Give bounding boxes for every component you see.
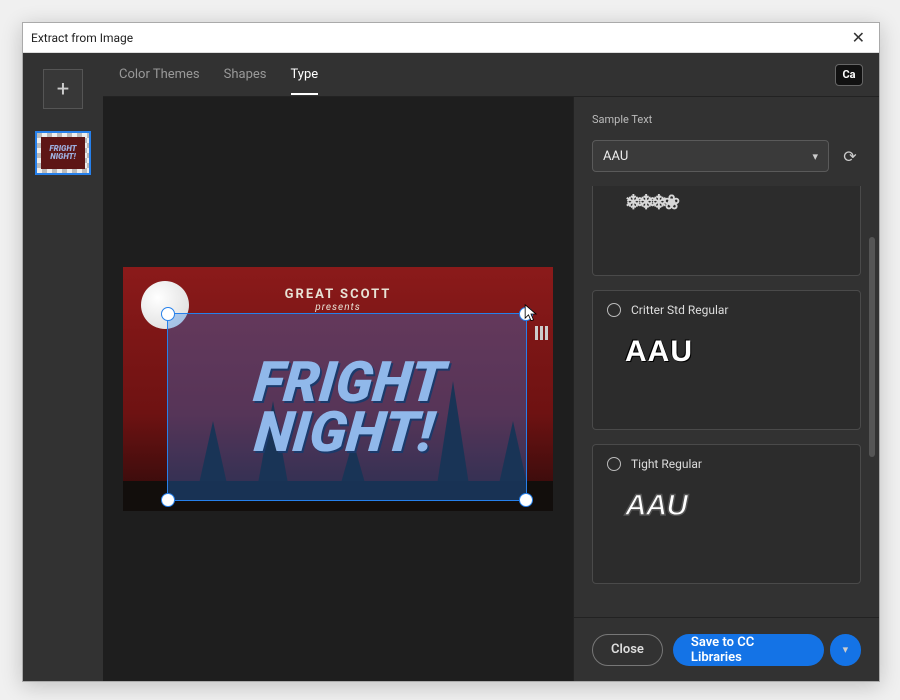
font-preview: ❄❄❄❀ bbox=[607, 190, 846, 215]
tab-shapes[interactable]: Shapes bbox=[224, 55, 267, 94]
font-radio-row: Critter Std Regular bbox=[607, 303, 846, 317]
sample-text-select[interactable]: AAU ▾ bbox=[592, 140, 829, 172]
font-preview: AAU bbox=[607, 335, 846, 369]
dialog-body: + FRIGHT NIGHT! Color Themes Shapes Type… bbox=[23, 53, 879, 681]
refresh-icon[interactable]: ⟳ bbox=[839, 145, 861, 167]
sample-text-value: AAU bbox=[603, 149, 628, 164]
resize-handle-tr[interactable] bbox=[519, 307, 533, 321]
titlebar: Extract from Image ✕ bbox=[23, 23, 879, 53]
font-result-card[interactable]: Critter Std Regular AAU bbox=[592, 290, 861, 430]
canvas-area[interactable]: GREAT SCOTT presents FRIGHT NIGHT! bbox=[103, 97, 573, 681]
image-thumbnail[interactable]: FRIGHT NIGHT! bbox=[35, 131, 91, 175]
sample-text-label: Sample Text bbox=[592, 113, 861, 126]
scrollbar[interactable] bbox=[869, 237, 875, 457]
panel-toggle-icon[interactable] bbox=[535, 326, 548, 340]
results-scroll: Sample Text AAU ▾ ⟳ ❄❄❄❀ bbox=[574, 97, 879, 617]
resize-handle-tl[interactable] bbox=[161, 307, 175, 321]
tab-bar: Color Themes Shapes Type Ca bbox=[103, 53, 879, 97]
font-result-card[interactable]: Tight Regular AAU bbox=[592, 444, 861, 584]
close-button[interactable]: Close bbox=[592, 634, 663, 666]
add-image-button[interactable]: + bbox=[43, 69, 83, 109]
save-to-libraries-button[interactable]: Save to CC Libraries bbox=[673, 634, 824, 666]
font-radio[interactable] bbox=[607, 303, 621, 317]
dialog-footer: Close Save to CC Libraries ▾ bbox=[574, 617, 879, 681]
selection-box[interactable]: FRIGHT NIGHT! bbox=[167, 313, 527, 501]
results-panel: Sample Text AAU ▾ ⟳ ❄❄❄❀ bbox=[573, 97, 879, 681]
close-icon[interactable]: ✕ bbox=[846, 26, 871, 49]
main-area: Color Themes Shapes Type Ca bbox=[103, 53, 879, 681]
capture-badge[interactable]: Ca bbox=[835, 64, 863, 86]
font-radio-row: Tight Regular bbox=[607, 457, 846, 471]
poster-header: GREAT SCOTT presents bbox=[123, 287, 553, 313]
font-radio[interactable] bbox=[607, 457, 621, 471]
font-preview: AAU bbox=[607, 489, 846, 523]
font-result-card[interactable]: ❄❄❄❀ bbox=[592, 186, 861, 276]
save-dropdown-button[interactable]: ▾ bbox=[830, 634, 861, 666]
sample-row: AAU ▾ ⟳ bbox=[592, 140, 861, 172]
poster-title: FRIGHT NIGHT! bbox=[158, 314, 536, 500]
resize-handle-br[interactable] bbox=[519, 493, 533, 507]
thumbnail-preview: FRIGHT NIGHT! bbox=[41, 137, 85, 169]
content-row: GREAT SCOTT presents FRIGHT NIGHT! bbox=[103, 97, 879, 681]
tab-color-themes[interactable]: Color Themes bbox=[119, 55, 200, 94]
dialog-window: Extract from Image ✕ + FRIGHT NIGHT! Col… bbox=[22, 22, 880, 682]
thumbnail-column: + FRIGHT NIGHT! bbox=[23, 53, 103, 681]
chevron-down-icon: ▾ bbox=[812, 150, 818, 163]
source-image: GREAT SCOTT presents FRIGHT NIGHT! bbox=[123, 267, 553, 511]
font-name-label: Critter Std Regular bbox=[631, 303, 728, 317]
window-title: Extract from Image bbox=[31, 31, 133, 45]
resize-handle-bl[interactable] bbox=[161, 493, 175, 507]
chevron-down-icon: ▾ bbox=[843, 643, 849, 656]
tab-type[interactable]: Type bbox=[291, 55, 319, 94]
font-name-label: Tight Regular bbox=[631, 457, 702, 471]
